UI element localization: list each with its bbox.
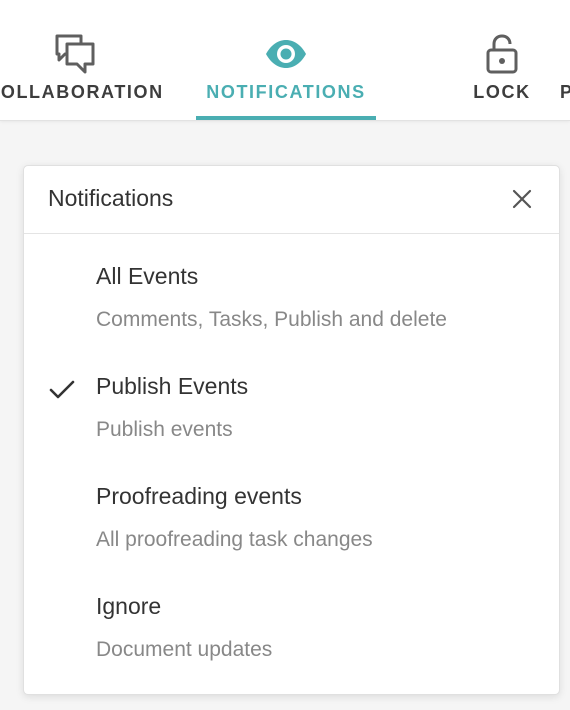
tab-notifications[interactable]: NOTIFICATIONS xyxy=(196,0,376,120)
option-description: All proofreading task changes xyxy=(96,528,373,551)
close-button[interactable] xyxy=(507,184,537,214)
close-icon xyxy=(512,189,532,209)
tab-lock[interactable]: LOCK xyxy=(462,0,542,120)
tab-collaboration[interactable]: COLLABORATION xyxy=(0,0,164,120)
option-title: Proofreading events xyxy=(96,483,302,509)
tab-partial[interactable]: P xyxy=(560,0,570,120)
option-title: All Events xyxy=(96,263,199,289)
tab-partial-label: P xyxy=(560,82,570,103)
lock-icon xyxy=(480,32,524,76)
notifications-panel: Notifications All Events Comments, Tasks… xyxy=(23,165,560,695)
toolbar: COLLABORATION NOTIFICATIONS LOCK P xyxy=(0,0,570,121)
active-tab-indicator xyxy=(196,116,376,120)
option-description: Document updates xyxy=(96,638,273,661)
tab-lock-label: LOCK xyxy=(473,82,531,102)
chat-bubbles-icon xyxy=(53,32,97,76)
panel-title: Notifications xyxy=(48,185,174,211)
panel-header: Notifications xyxy=(24,166,559,234)
option-ignore[interactable]: Ignore Document updates xyxy=(24,593,559,703)
option-proofreading-events[interactable]: Proofreading events All proofreading tas… xyxy=(24,483,559,593)
option-title: Ignore xyxy=(96,593,162,619)
option-description: Comments, Tasks, Publish and delete xyxy=(96,308,447,331)
option-description: Publish events xyxy=(96,418,233,441)
tab-notifications-label: NOTIFICATIONS xyxy=(206,82,366,102)
tab-collaboration-label: COLLABORATION xyxy=(0,82,164,102)
checkmark-icon xyxy=(48,379,76,401)
option-publish-events[interactable]: Publish Events Publish events xyxy=(24,373,559,483)
eye-icon xyxy=(264,32,308,76)
option-title: Publish Events xyxy=(96,373,249,399)
option-all-events[interactable]: All Events Comments, Tasks, Publish and … xyxy=(24,263,559,373)
